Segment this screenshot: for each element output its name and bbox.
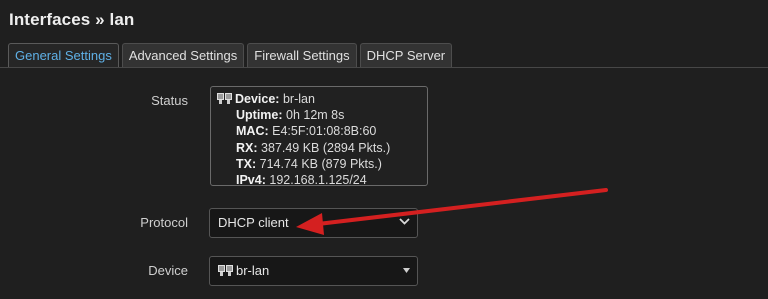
status-tx-value: 714.74 KB (879 Pkts.)	[259, 156, 382, 171]
tab-bar: General Settings Advanced Settings Firew…	[8, 43, 453, 67]
chevron-down-icon	[399, 209, 410, 237]
device-select[interactable]: br-lan	[209, 256, 418, 286]
caret-down-icon	[403, 257, 410, 285]
network-port-icon	[217, 93, 232, 104]
tab-divider	[0, 67, 768, 68]
tab-advanced-settings[interactable]: Advanced Settings	[121, 43, 245, 67]
network-port-icon	[218, 265, 233, 276]
protocol-select[interactable]: DHCP client	[209, 208, 418, 238]
tab-dhcp-server[interactable]: DHCP Server	[359, 43, 453, 67]
status-uptime-line: Uptime: 0h 12m 8s	[217, 107, 421, 123]
status-device-key: Device:	[235, 92, 280, 106]
page-title: Interfaces » lan	[9, 10, 135, 29]
status-rx-key: RX:	[236, 140, 258, 155]
status-uptime-key: Uptime:	[236, 108, 283, 123]
status-ipv4-value: 192.168.1.125/24	[269, 173, 367, 188]
device-select-value-wrap: br-lan	[218, 257, 269, 285]
status-rx-value: 387.49 KB (2894 Pkts.)	[261, 140, 391, 155]
interface-settings-page: Interfaces » lan General Settings Advanc…	[0, 0, 768, 299]
status-ipv4-line: IPv4: 192.168.1.125/24	[217, 172, 421, 188]
status-device-line: Device: br-lan	[217, 91, 421, 107]
status-panel: Device: br-lan Uptime: 0h 12m 8s MAC: E4…	[210, 86, 428, 188]
status-label: Status	[151, 93, 188, 108]
device-label: Device	[148, 263, 188, 278]
status-uptime-value: 0h 12m 8s	[286, 108, 345, 123]
status-mac-key: MAC:	[236, 124, 269, 139]
status-mac-value: E4:5F:01:08:8B:60	[272, 124, 377, 139]
protocol-select-value: DHCP client	[218, 215, 289, 230]
status-tx-key: TX:	[236, 156, 257, 171]
status-tx-line: TX: 714.74 KB (879 Pkts.)	[217, 156, 421, 172]
device-select-value: br-lan	[236, 263, 270, 278]
status-ipv4-key: IPv4:	[236, 173, 266, 188]
tab-firewall-settings[interactable]: Firewall Settings	[247, 43, 357, 67]
status-device-value: br-lan	[282, 92, 315, 106]
tab-general-settings[interactable]: General Settings	[8, 43, 119, 67]
protocol-label: Protocol	[140, 215, 188, 230]
status-mac-line: MAC: E4:5F:01:08:8B:60	[217, 123, 421, 139]
status-rx-line: RX: 387.49 KB (2894 Pkts.)	[217, 140, 421, 156]
